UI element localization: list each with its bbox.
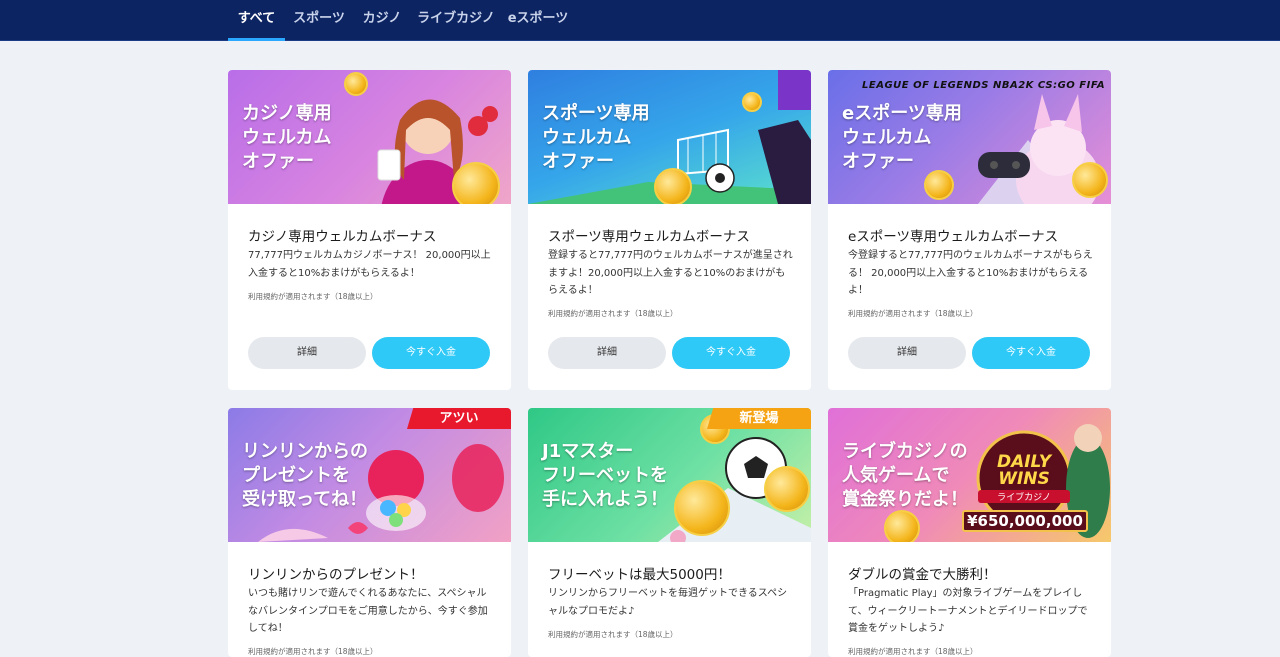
banner-headline: カジノ専用 ウェルカム オファー (242, 103, 332, 172)
promo-banner[interactable]: LEAGUE OF LEGENDS NBA2K CS:GO FIFA eスポーツ… (828, 70, 1111, 204)
gold-coin-icon (452, 162, 500, 204)
gold-coin-icon (764, 466, 810, 512)
promo-terms[interactable]: 利用規約が適用されます（18歳以上） (848, 308, 978, 319)
promo-title: eスポーツ専用ウェルカムボーナス (848, 229, 1059, 245)
promo-banner[interactable]: スポーツ専用 ウェルカム オファー (528, 70, 811, 204)
gold-coin-icon (884, 510, 920, 542)
promo-card-sports-welcome: スポーツ専用 ウェルカム オファー スポーツ専用ウェルカムボーナス 登録すると7… (528, 70, 811, 390)
new-badge: 新登場 (707, 408, 811, 429)
category-nav: すべて スポーツ カジノ ライブカジノ eスポーツ (0, 0, 1280, 41)
gold-coin-icon (1072, 162, 1108, 198)
detail-button[interactable]: 詳細 (248, 337, 366, 369)
promo-card-casino-welcome: カジノ専用 ウェルカム オファー カジノ専用ウェルカムボーナス 77,777円ウ… (228, 70, 511, 390)
promo-card-rinrin-present: アツい リンリンからの プレゼントを 受け取ってね！ リンリンからのプレゼント！… (228, 408, 511, 657)
promo-description: リンリンからフリーベットを毎週ゲットできるスペシャルなプロモだよ♪ (548, 588, 788, 617)
detail-button[interactable]: 詳細 (548, 337, 666, 369)
deposit-now-button[interactable]: 今すぐ入金 (672, 337, 790, 369)
promo-terms[interactable]: 利用規約が適用されます（18歳以上） (248, 291, 378, 302)
gold-coin-icon (924, 170, 954, 200)
promo-title: スポーツ専用ウェルカムボーナス (548, 229, 750, 245)
banner-headline: ライブカジノの 人気ゲームで 賞金祭りだよ！ (842, 441, 968, 510)
deposit-now-button[interactable]: 今すぐ入金 (372, 337, 490, 369)
deposit-now-button[interactable]: 今すぐ入金 (972, 337, 1090, 369)
daily-wins-logo: DAILY WINS (996, 452, 1052, 489)
promo-description: 77,777円ウェルカムカジノボーナス！ 20,000円以上入金すると10%おま… (248, 250, 491, 279)
tab-sports[interactable]: スポーツ (290, 0, 348, 41)
promo-terms[interactable]: 利用規約が適用されます（18歳以上） (548, 308, 678, 319)
banner-headline: J1マスター フリーベットを 手に入れよう！ (542, 441, 668, 510)
promo-card-j1-freebet: 新登場 J1マスター フリーベットを 手に入れよう！ フリーベットは最大5000… (528, 408, 811, 657)
tab-esports[interactable]: eスポーツ (506, 0, 570, 41)
promo-description: 「Pragmatic Play」の対象ライブゲームをプレイして、ウィークリートー… (848, 588, 1088, 634)
promo-banner[interactable]: 新登場 J1マスター フリーベットを 手に入れよう！ (528, 408, 811, 542)
promo-title: フリーベットは最大5000円！ (548, 567, 731, 583)
banner-headline: リンリンからの プレゼントを 受け取ってね！ (242, 441, 368, 510)
promo-description: 今登録すると77,777円のウェルカムボーナスがもらえる！ 20,000円以上入… (848, 250, 1093, 296)
promo-title: カジノ専用ウェルカムボーナス (248, 229, 437, 245)
promo-terms[interactable]: 利用規約が適用されます（18歳以上） (248, 646, 378, 657)
tab-casino[interactable]: カジノ (358, 0, 406, 41)
promo-banner[interactable]: アツい リンリンからの プレゼントを 受け取ってね！ (228, 408, 511, 542)
promo-description: いつも賭けリンで遊んでくれるあなたに、スペシャルなバレンタインプロモをご用意した… (248, 588, 488, 634)
promo-terms[interactable]: 利用規約が適用されます（18歳以上） (548, 629, 678, 640)
promo-title: リンリンからのプレゼント！ (248, 567, 424, 583)
hot-badge: アツい (407, 408, 511, 429)
tab-live-casino[interactable]: ライブカジノ (416, 0, 496, 41)
gold-coin-icon (674, 480, 730, 536)
live-casino-label: ライブカジノ (978, 490, 1070, 503)
gold-coin-icon (654, 168, 692, 204)
promo-banner[interactable]: DAILY WINS ライブカジノ ¥650,000,000 ライブカジノの 人… (828, 408, 1111, 542)
detail-button[interactable]: 詳細 (848, 337, 966, 369)
tab-all[interactable]: すべて (228, 0, 285, 41)
gold-coin-icon (742, 92, 762, 112)
promo-banner[interactable]: カジノ専用 ウェルカム オファー (228, 70, 511, 204)
promo-card-live-casino-daily-wins: DAILY WINS ライブカジノ ¥650,000,000 ライブカジノの 人… (828, 408, 1111, 657)
prize-amount: ¥650,000,000 (962, 510, 1088, 532)
promo-terms[interactable]: 利用規約が適用されます（18歳以上） (848, 646, 978, 657)
promo-description: 登録すると77,777円のウェルカムボーナスが進呈されますよ！20,000円以上… (548, 250, 793, 296)
banner-headline: スポーツ専用 ウェルカム オファー (542, 103, 650, 172)
gold-coin-icon (344, 72, 368, 96)
banner-headline: eスポーツ専用 ウェルカム オファー (842, 103, 962, 172)
promo-title: ダブルの賞金で大勝利！ (848, 567, 997, 583)
promo-card-esports-welcome: LEAGUE OF LEGENDS NBA2K CS:GO FIFA eスポーツ… (828, 70, 1111, 390)
